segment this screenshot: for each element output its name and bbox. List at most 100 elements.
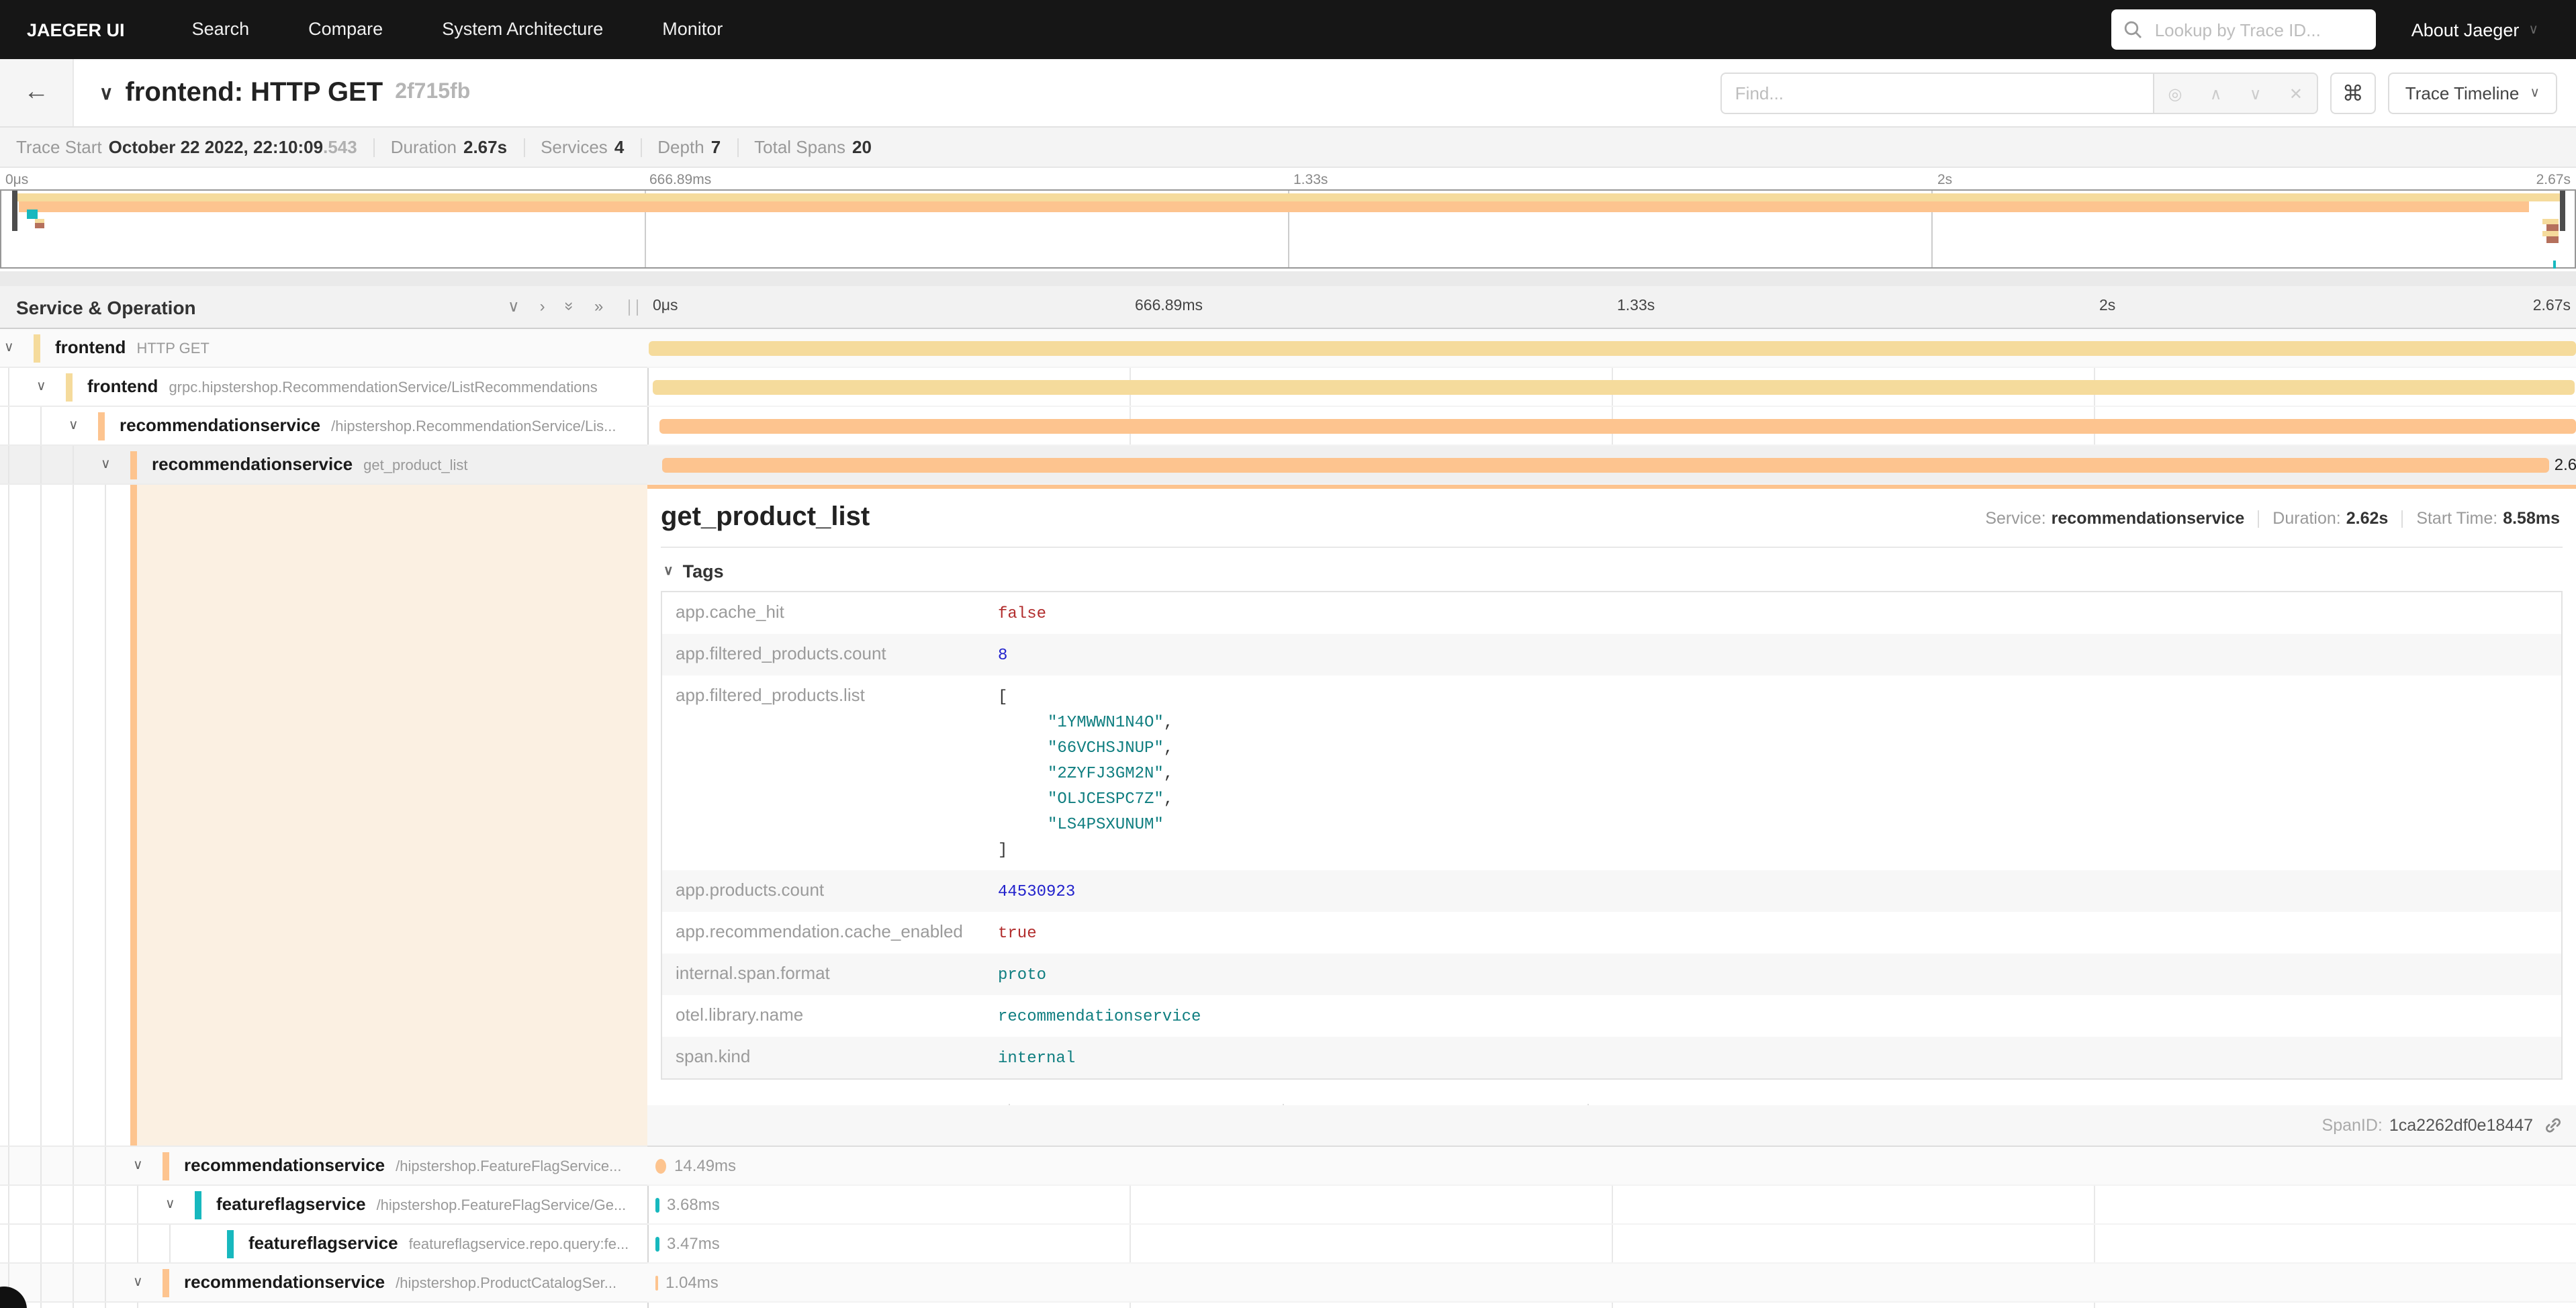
trace-id-search[interactable] xyxy=(2112,9,2377,50)
tags-table: app.cache_hitfalseapp.filtered_products.… xyxy=(661,591,2563,1080)
span-operation-name: /hipstershop.FeatureFlagService... xyxy=(396,1159,621,1175)
depth-value: 7 xyxy=(711,137,721,157)
about-jaeger-menu[interactable]: About Jaeger ∨ xyxy=(2411,19,2538,40)
span-row-label-cell[interactable]: ∨recommendationservice/hipstershop.Featu… xyxy=(0,1147,647,1186)
collapse-trace-chevron-icon[interactable]: ∨ xyxy=(99,81,113,104)
span-row-timeline-cell[interactable]: 14.49ms xyxy=(647,1147,2576,1186)
span-row-label-cell[interactable]: ∨frontendgrpc.hipstershop.Recommendation… xyxy=(0,368,647,407)
span-color-bar xyxy=(130,451,137,479)
expand-all-icon[interactable]: » xyxy=(594,297,603,316)
span-duration-bar[interactable] xyxy=(655,1237,659,1252)
span-duration-bar[interactable] xyxy=(648,341,2576,356)
span-rows-top: ∨frontendHTTP GET∨frontendgrpc.hipstersh… xyxy=(0,329,2576,485)
span-row[interactable]: ∨frontendgrpc.hipstershop.Recommendation… xyxy=(0,368,2576,407)
jaeger-logo[interactable]: JAEGER UI xyxy=(27,19,125,40)
span-row-label-cell[interactable]: ∨featureflagservice/hipstershop.FeatureF… xyxy=(0,1186,647,1225)
indent-guide xyxy=(73,1186,74,1223)
span-detail-header: get_product_list Service: recommendation… xyxy=(661,485,2563,533)
span-duration-bar[interactable] xyxy=(659,419,2576,434)
chevron-down-icon[interactable]: ∨ xyxy=(101,457,111,472)
span-detail-highlight xyxy=(137,485,647,1146)
view-selector-button[interactable]: Trace Timeline ∨ xyxy=(2388,73,2557,114)
nav-item-compare[interactable]: Compare xyxy=(308,19,383,39)
span-row-timeline-cell[interactable] xyxy=(647,1303,2576,1308)
clear-find-icon[interactable]: ✕ xyxy=(2289,84,2303,103)
span-row[interactable]: ∨frontendHTTP GET xyxy=(0,329,2576,368)
span-duration-bar[interactable] xyxy=(663,458,2549,473)
minimap-left-handle[interactable] xyxy=(11,191,17,231)
chevron-down-icon[interactable]: ∨ xyxy=(36,379,46,394)
collapse-one-icon[interactable]: ∨ xyxy=(508,297,520,316)
next-match-icon[interactable]: ∨ xyxy=(2250,84,2262,103)
nav-item-monitor[interactable]: Monitor xyxy=(662,19,723,39)
indent-guide xyxy=(105,1147,106,1184)
trace-id-search-input[interactable] xyxy=(2152,18,2364,41)
nav-item-system-architecture[interactable]: System Architecture xyxy=(442,19,603,39)
span-row[interactable] xyxy=(0,1303,2576,1308)
minimap-resize-strip[interactable] xyxy=(0,269,2576,286)
span-row-label-cell[interactable]: ∨frontendHTTP GET xyxy=(0,329,647,368)
tag-row: app.recommendation.cache_enabledtrue xyxy=(662,912,2561,953)
span-row-text: recommendationservice/hipstershop.Produc… xyxy=(184,1270,616,1295)
span-row-label-cell[interactable]: ∨ recommendationservice/hipstershop.Produ… xyxy=(0,1264,647,1303)
timeline-column-header: Service & Operation ∨ › » » 0μs666.89ms1… xyxy=(0,286,2576,329)
span-row-timeline-cell[interactable] xyxy=(647,329,2576,368)
list-item-string: "OLJCESPC7Z" xyxy=(1048,790,1164,808)
expand-one-icon[interactable]: › xyxy=(540,297,545,316)
span-row[interactable]: featureflagservicefeatureflagservice.rep… xyxy=(0,1225,2576,1264)
trace-summary-bar: Trace Start October 22 2022, 22:10:09 .5… xyxy=(0,128,2576,168)
tags-section-toggle[interactable]: ∨ Tags xyxy=(663,561,2563,581)
column-grip-icon[interactable] xyxy=(629,299,638,316)
span-row[interactable]: ∨ recommendationservice/hipstershop.Produ… xyxy=(0,1264,2576,1303)
chevron-down-icon[interactable]: ∨ xyxy=(4,340,14,355)
keyboard-shortcuts-button[interactable]: ⌘ xyxy=(2330,73,2376,114)
minimap-span-bar xyxy=(2542,219,2558,224)
span-duration-bar[interactable] xyxy=(655,1276,657,1291)
list-item-string: "1YMWWN1N4O" xyxy=(1048,713,1164,732)
span-service-name: recommendationservice xyxy=(152,454,353,474)
span-row-timeline-cell[interactable]: 3.68ms xyxy=(647,1186,2576,1225)
span-row-label-cell[interactable]: ∨recommendationservice/hipstershop.Recom… xyxy=(0,407,647,446)
trace-header-controls: ◎ ∧ ∨ ✕ ⌘ Trace Timeline ∨ xyxy=(1720,73,2557,114)
span-service-name: featureflagservice xyxy=(248,1233,398,1253)
span-row[interactable]: ∨recommendationservice/hipstershop.Featu… xyxy=(0,1147,2576,1186)
span-duration-bar[interactable] xyxy=(655,1198,659,1213)
tag-row: app.filtered_products.count8 xyxy=(662,634,2561,675)
span-row-label-cell[interactable]: featureflagservicefeatureflagservice.rep… xyxy=(0,1225,647,1264)
indent-guide xyxy=(40,1147,42,1184)
span-row[interactable]: ∨recommendationserviceget_product_list2.… xyxy=(0,446,2576,485)
span-duration-bar[interactable] xyxy=(655,1159,666,1174)
nav-item-search[interactable]: Search xyxy=(192,19,250,39)
span-row-timeline-cell[interactable]: 1.04ms xyxy=(647,1264,2576,1303)
chevron-down-icon[interactable]: ∨ xyxy=(133,1158,143,1173)
find-input[interactable] xyxy=(1720,73,2154,114)
divider xyxy=(640,138,641,156)
back-button[interactable]: ← xyxy=(0,59,74,126)
span-row-timeline-cell[interactable] xyxy=(647,407,2576,446)
prev-match-icon[interactable]: ∧ xyxy=(2210,84,2222,103)
collapse-all-icon[interactable]: » xyxy=(560,301,579,310)
depth-label: Depth xyxy=(657,137,704,157)
trace-timeline-main: Service & Operation ∨ › » » 0μs666.89ms1… xyxy=(0,286,2576,1308)
span-row-label-cell[interactable] xyxy=(0,1303,647,1308)
services-value: 4 xyxy=(614,137,624,157)
span-service-name: frontend xyxy=(87,376,158,396)
span-row-timeline-cell[interactable]: 2.62s xyxy=(647,446,2576,485)
minimap-right-handle[interactable] xyxy=(2561,191,2566,231)
minimap-scrubber[interactable] xyxy=(0,189,2576,269)
chevron-down-icon[interactable]: ∨ xyxy=(68,418,79,433)
span-row-label-cell[interactable]: ∨recommendationserviceget_product_list xyxy=(0,446,647,485)
span-duration-bar[interactable] xyxy=(653,380,2575,395)
chevron-down-icon[interactable]: ∨ xyxy=(165,1197,175,1212)
span-row-timeline-cell[interactable]: 3.47ms xyxy=(647,1225,2576,1264)
tag-key: app.cache_hit xyxy=(662,592,998,628)
focus-match-icon[interactable]: ◎ xyxy=(2168,84,2182,103)
link-icon[interactable] xyxy=(2544,1116,2563,1135)
tick-label: 666.89ms xyxy=(1135,298,1203,314)
span-row[interactable]: ∨recommendationservice/hipstershop.Recom… xyxy=(0,407,2576,446)
tick-label: 2.67s xyxy=(2533,298,2571,314)
span-row[interactable]: ∨featureflagservice/hipstershop.FeatureF… xyxy=(0,1186,2576,1225)
tag-value: false xyxy=(998,592,1046,634)
span-row-timeline-cell[interactable] xyxy=(647,368,2576,407)
chevron-down-icon[interactable]: ∨ xyxy=(133,1275,143,1290)
